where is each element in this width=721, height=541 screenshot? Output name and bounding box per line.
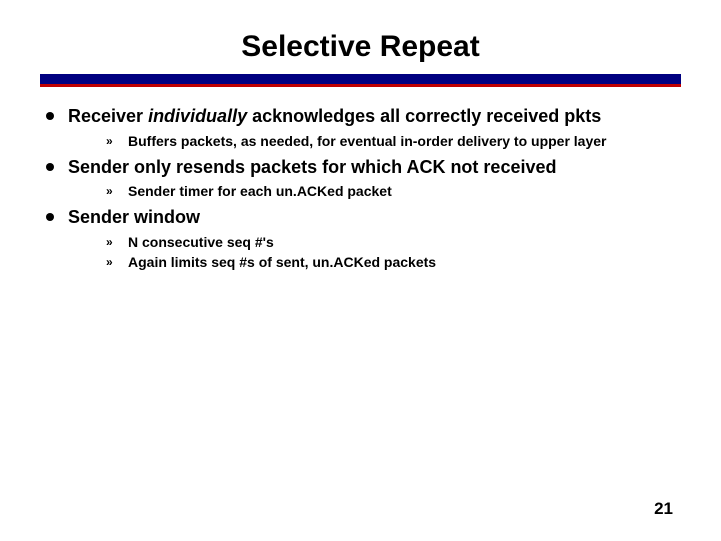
sub-bullet-group: » N consecutive seq #'s » Again limits s… xyxy=(106,233,675,271)
sub-bullet-marker-icon: » xyxy=(106,235,116,249)
sub-bullet-text: Buffers packets, as needed, for eventual… xyxy=(128,132,607,150)
bullet-dot-icon xyxy=(46,112,54,120)
bullet-text: Sender only resends packets for which AC… xyxy=(68,156,556,179)
bullet-text-part: acknowledges all correctly received pkts xyxy=(247,106,601,126)
bullet-text: Sender window xyxy=(68,206,200,229)
bullet-item: Receiver individually acknowledges all c… xyxy=(46,105,675,128)
title-rule xyxy=(40,74,681,87)
rule-navy xyxy=(40,74,681,84)
sub-bullet-group: » Sender timer for each un.ACKed packet xyxy=(106,182,675,200)
bullet-item: Sender only resends packets for which AC… xyxy=(46,156,675,179)
sub-bullet-group: » Buffers packets, as needed, for eventu… xyxy=(106,132,675,150)
bullet-list: Receiver individually acknowledges all c… xyxy=(40,105,681,271)
sub-bullet-item: » Buffers packets, as needed, for eventu… xyxy=(106,132,675,150)
rule-red xyxy=(40,84,681,87)
bullet-dot-icon xyxy=(46,213,54,221)
sub-bullet-text: Sender timer for each un.ACKed packet xyxy=(128,182,392,200)
sub-bullet-item: » N consecutive seq #'s xyxy=(106,233,675,251)
bullet-text-emphasis: individually xyxy=(148,106,247,126)
sub-bullet-item: » Sender timer for each un.ACKed packet xyxy=(106,182,675,200)
sub-bullet-text: Again limits seq #s of sent, un.ACKed pa… xyxy=(128,253,436,271)
bullet-text: Receiver individually acknowledges all c… xyxy=(68,105,601,128)
bullet-text-part: Sender only resends packets for which AC… xyxy=(68,157,556,177)
sub-bullet-text: N consecutive seq #'s xyxy=(128,233,274,251)
bullet-item: Sender window xyxy=(46,206,675,229)
bullet-text-part: Sender window xyxy=(68,207,200,227)
sub-bullet-item: » Again limits seq #s of sent, un.ACKed … xyxy=(106,253,675,271)
sub-bullet-marker-icon: » xyxy=(106,184,116,198)
page-number: 21 xyxy=(654,499,673,519)
sub-bullet-marker-icon: » xyxy=(106,255,116,269)
bullet-text-part: Receiver xyxy=(68,106,148,126)
bullet-dot-icon xyxy=(46,163,54,171)
slide: Selective Repeat Receiver individually a… xyxy=(0,0,721,541)
sub-bullet-marker-icon: » xyxy=(106,134,116,148)
slide-title: Selective Repeat xyxy=(40,30,681,64)
